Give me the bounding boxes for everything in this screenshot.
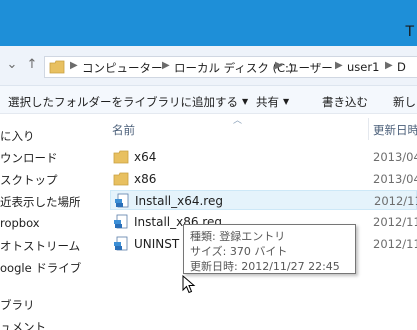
- file-date: 2012/11: [373, 215, 417, 229]
- file-date: 2012/11: [373, 237, 417, 251]
- file-name: UNINST: [134, 237, 180, 251]
- add-to-library-button[interactable]: 選択したフォルダーをライブラリに追加する ▼: [8, 94, 248, 110]
- mouse-cursor-icon: [182, 275, 196, 294]
- nav-item-libraries[interactable]: ブラリ: [0, 297, 35, 313]
- breadcrumb-user1[interactable]: user1: [347, 60, 379, 74]
- share-button[interactable]: 共有 ▼: [256, 94, 289, 110]
- chevron-right-icon[interactable]: ▶: [275, 60, 283, 71]
- command-bar: 選択したフォルダーをライブラリに追加する ▼ 共有 ▼ 書き込む 新し: [0, 86, 417, 114]
- chevron-right-icon[interactable]: ▶: [385, 60, 393, 71]
- new-folder-button[interactable]: 新し: [393, 94, 416, 110]
- nav-item-favorites[interactable]: に入り: [0, 128, 35, 144]
- chevron-right-icon[interactable]: ▶: [70, 60, 78, 71]
- file-list: ︿ 名前 更新日時 x64 2013/04 x86 2013/04 Instal…: [100, 114, 417, 330]
- registry-file-icon: [114, 236, 128, 251]
- file-row-x64[interactable]: x64 2013/04: [110, 147, 417, 167]
- share-label: 共有: [256, 95, 279, 109]
- chevron-down-icon[interactable]: ⌄: [5, 58, 19, 72]
- nav-item-documents[interactable]: ュメント: [0, 319, 46, 330]
- nav-item-photo-stream[interactable]: オトストリーム: [0, 238, 80, 254]
- folder-icon: [49, 60, 65, 74]
- address-bar[interactable]: ▶ コンピューター ▶ ローカル ディスク (C:) ▶ ユーザー ▶ user…: [44, 56, 417, 78]
- burn-button[interactable]: 書き込む: [322, 94, 368, 110]
- nav-item-dropbox[interactable]: ropbox: [0, 216, 40, 230]
- chevron-down-icon: ▼: [283, 97, 290, 106]
- file-name: x64: [134, 150, 157, 164]
- tooltip-date: 更新日時: 2012/11/27 22:45: [190, 260, 340, 273]
- nav-item-recent-places[interactable]: 近表示した場所: [0, 194, 81, 210]
- registry-file-icon: [115, 193, 129, 208]
- registry-file-icon: [114, 214, 128, 229]
- folder-icon: [113, 172, 129, 186]
- breadcrumb-current[interactable]: D: [397, 60, 406, 74]
- nav-item-google-drive[interactable]: oogle ドライブ: [0, 260, 81, 276]
- window-title: T: [405, 24, 414, 40]
- navigation-pane: に入り ウンロード スクトップ 近表示した場所 ropbox オトストリーム o…: [0, 114, 100, 330]
- column-header-date[interactable]: 更新日時: [373, 122, 417, 138]
- breadcrumb-users[interactable]: ユーザー: [287, 60, 333, 76]
- nav-item-downloads[interactable]: ウンロード: [0, 150, 58, 166]
- sort-ascending-icon: ︿: [233, 116, 243, 126]
- up-arrow-icon[interactable]: ↑: [25, 58, 39, 72]
- file-row-x86[interactable]: x86 2013/04: [110, 169, 417, 189]
- tooltip-type: 種類: 登録エントリ: [190, 230, 286, 243]
- file-date: 2012/11: [374, 194, 417, 208]
- folder-icon: [113, 150, 129, 164]
- file-info-tooltip: 種類: 登録エントリ サイズ: 370 バイト 更新日時: 2012/11/27…: [183, 224, 356, 274]
- column-header-name[interactable]: 名前: [112, 122, 135, 138]
- file-row-install-x64[interactable]: Install_x64.reg 2012/11: [110, 190, 417, 210]
- file-name: x86: [134, 172, 157, 186]
- nav-item-desktop[interactable]: スクトップ: [0, 172, 58, 188]
- breadcrumb-computer[interactable]: コンピューター: [82, 60, 163, 76]
- address-row: ⌄ ↑ ▶ コンピューター ▶ ローカル ディスク (C:) ▶ ユーザー ▶ …: [0, 46, 417, 86]
- title-bar: T: [0, 0, 417, 46]
- tooltip-size: サイズ: 370 バイト: [190, 245, 288, 258]
- chevron-down-icon: ▼: [242, 97, 249, 106]
- column-divider[interactable]: [368, 118, 369, 140]
- chevron-right-icon[interactable]: ▶: [335, 60, 343, 71]
- file-date: 2013/04: [373, 150, 417, 164]
- add-to-library-label: 選択したフォルダーをライブラリに追加する: [8, 95, 238, 109]
- chevron-right-icon[interactable]: ▶: [162, 60, 170, 71]
- file-name: Install_x64.reg: [135, 194, 223, 208]
- file-date: 2013/04: [373, 172, 417, 186]
